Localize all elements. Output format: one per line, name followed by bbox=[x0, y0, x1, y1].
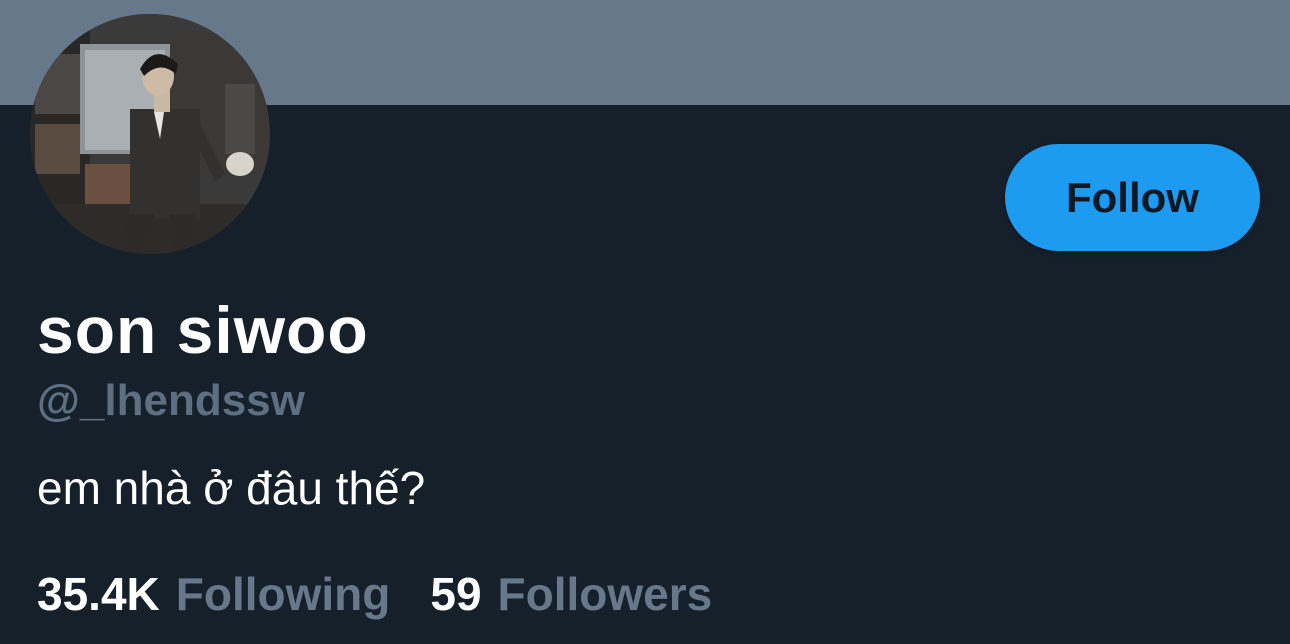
followers-label: Followers bbox=[497, 568, 713, 620]
handle: @_lhendssw bbox=[37, 376, 305, 425]
display-name: son siwoo bbox=[37, 293, 369, 367]
followers-stat[interactable]: 59 Followers bbox=[430, 566, 712, 622]
avatar[interactable] bbox=[30, 14, 270, 254]
avatar-photo bbox=[30, 14, 270, 254]
following-stat[interactable]: 35.4K Following bbox=[37, 566, 390, 622]
bio: em nhà ở đâu thế? bbox=[37, 462, 426, 514]
following-label: Following bbox=[175, 568, 391, 620]
followers-count: 59 bbox=[430, 568, 482, 620]
profile-stats: 35.4K Following 59 Followers bbox=[37, 566, 752, 622]
follow-button[interactable]: Follow bbox=[1005, 144, 1260, 251]
following-count: 35.4K bbox=[37, 568, 160, 620]
